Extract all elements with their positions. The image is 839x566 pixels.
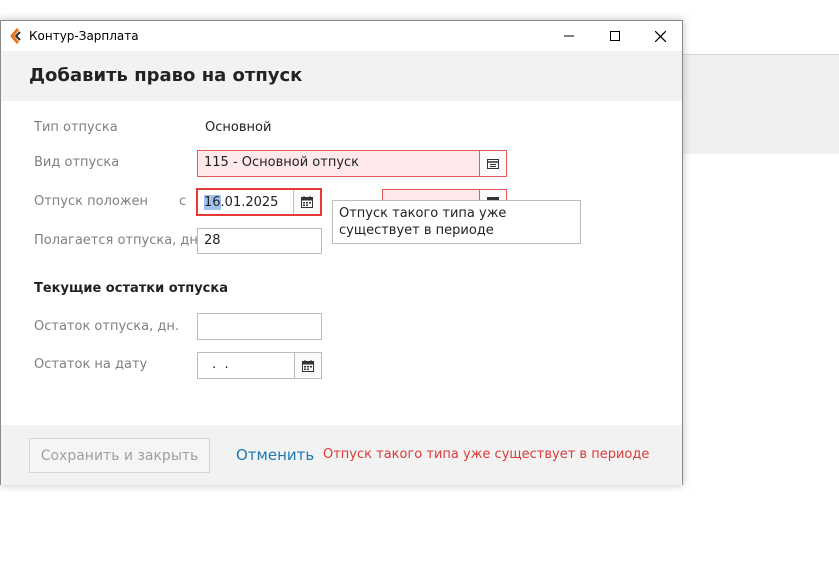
- validation-tooltip: Отпуск такого типа уже существует в пери…: [332, 200, 581, 244]
- entitled-from-date-input[interactable]: 16.01.2025: [196, 188, 322, 216]
- minimize-icon: [564, 35, 574, 37]
- vacation-type-value: Основной: [205, 120, 272, 135]
- balance-label: Остаток отпуска, дн.: [34, 319, 179, 334]
- lookup-list-icon: [487, 158, 499, 169]
- balance-date-calendar-button[interactable]: [294, 353, 321, 378]
- background-divider: [683, 54, 839, 55]
- entitled-from-prefix: с: [179, 194, 187, 209]
- days-label: Полагается отпуска, дн.: [34, 233, 203, 248]
- window-title: Контур-Зарплата: [29, 29, 139, 43]
- save-and-close-button[interactable]: Сохранить и закрыть: [29, 438, 210, 473]
- balance-date-value: . .: [208, 357, 229, 372]
- entitled-from-calendar-button[interactable]: [293, 190, 320, 214]
- background-panel: [683, 54, 839, 154]
- close-icon: [654, 30, 666, 42]
- date-rest-text: .01.2025: [220, 195, 279, 210]
- balance-date-input[interactable]: . .: [197, 352, 322, 379]
- dialog-window: Контур-Зарплата Добавить право на отпуск…: [0, 20, 683, 485]
- minimize-button[interactable]: [546, 21, 592, 51]
- dialog-header: Добавить право на отпуск: [1, 51, 682, 101]
- days-input[interactable]: 28: [197, 228, 322, 254]
- selected-text: 16: [204, 195, 221, 210]
- kontur-logo-icon: [10, 28, 21, 44]
- error-message: Отпуск такого типа уже существует в пери…: [323, 447, 650, 462]
- days-value: 28: [204, 233, 221, 248]
- balance-section-title: Текущие остатки отпуска: [34, 281, 228, 296]
- vacation-kind-select[interactable]: 115 - Основной отпуск: [197, 150, 507, 177]
- entitled-label: Отпуск положен: [34, 194, 149, 209]
- balance-input[interactable]: [197, 313, 322, 340]
- balance-date-label: Остаток на дату: [34, 357, 148, 372]
- entitled-from-value: 16.01.2025: [204, 195, 278, 210]
- vacation-kind-label: Вид отпуска: [34, 155, 120, 170]
- maximize-button[interactable]: [592, 21, 638, 51]
- maximize-icon: [610, 31, 620, 41]
- vacation-type-label: Тип отпуска: [34, 120, 118, 135]
- calendar-icon: [301, 196, 313, 208]
- dialog-title: Добавить право на отпуск: [29, 65, 303, 86]
- dialog-footer: Сохранить и закрыть Отменить Отпуск тако…: [1, 425, 682, 485]
- cancel-link[interactable]: Отменить: [236, 446, 314, 464]
- vacation-kind-value: 115 - Основной отпуск: [204, 155, 360, 170]
- calendar-icon: [302, 359, 314, 372]
- close-button[interactable]: [637, 21, 683, 51]
- title-bar[interactable]: Контур-Зарплата: [1, 21, 682, 51]
- vacation-kind-lookup-button[interactable]: [479, 151, 506, 176]
- tooltip-text: Отпуск такого типа уже существует в пери…: [339, 206, 507, 238]
